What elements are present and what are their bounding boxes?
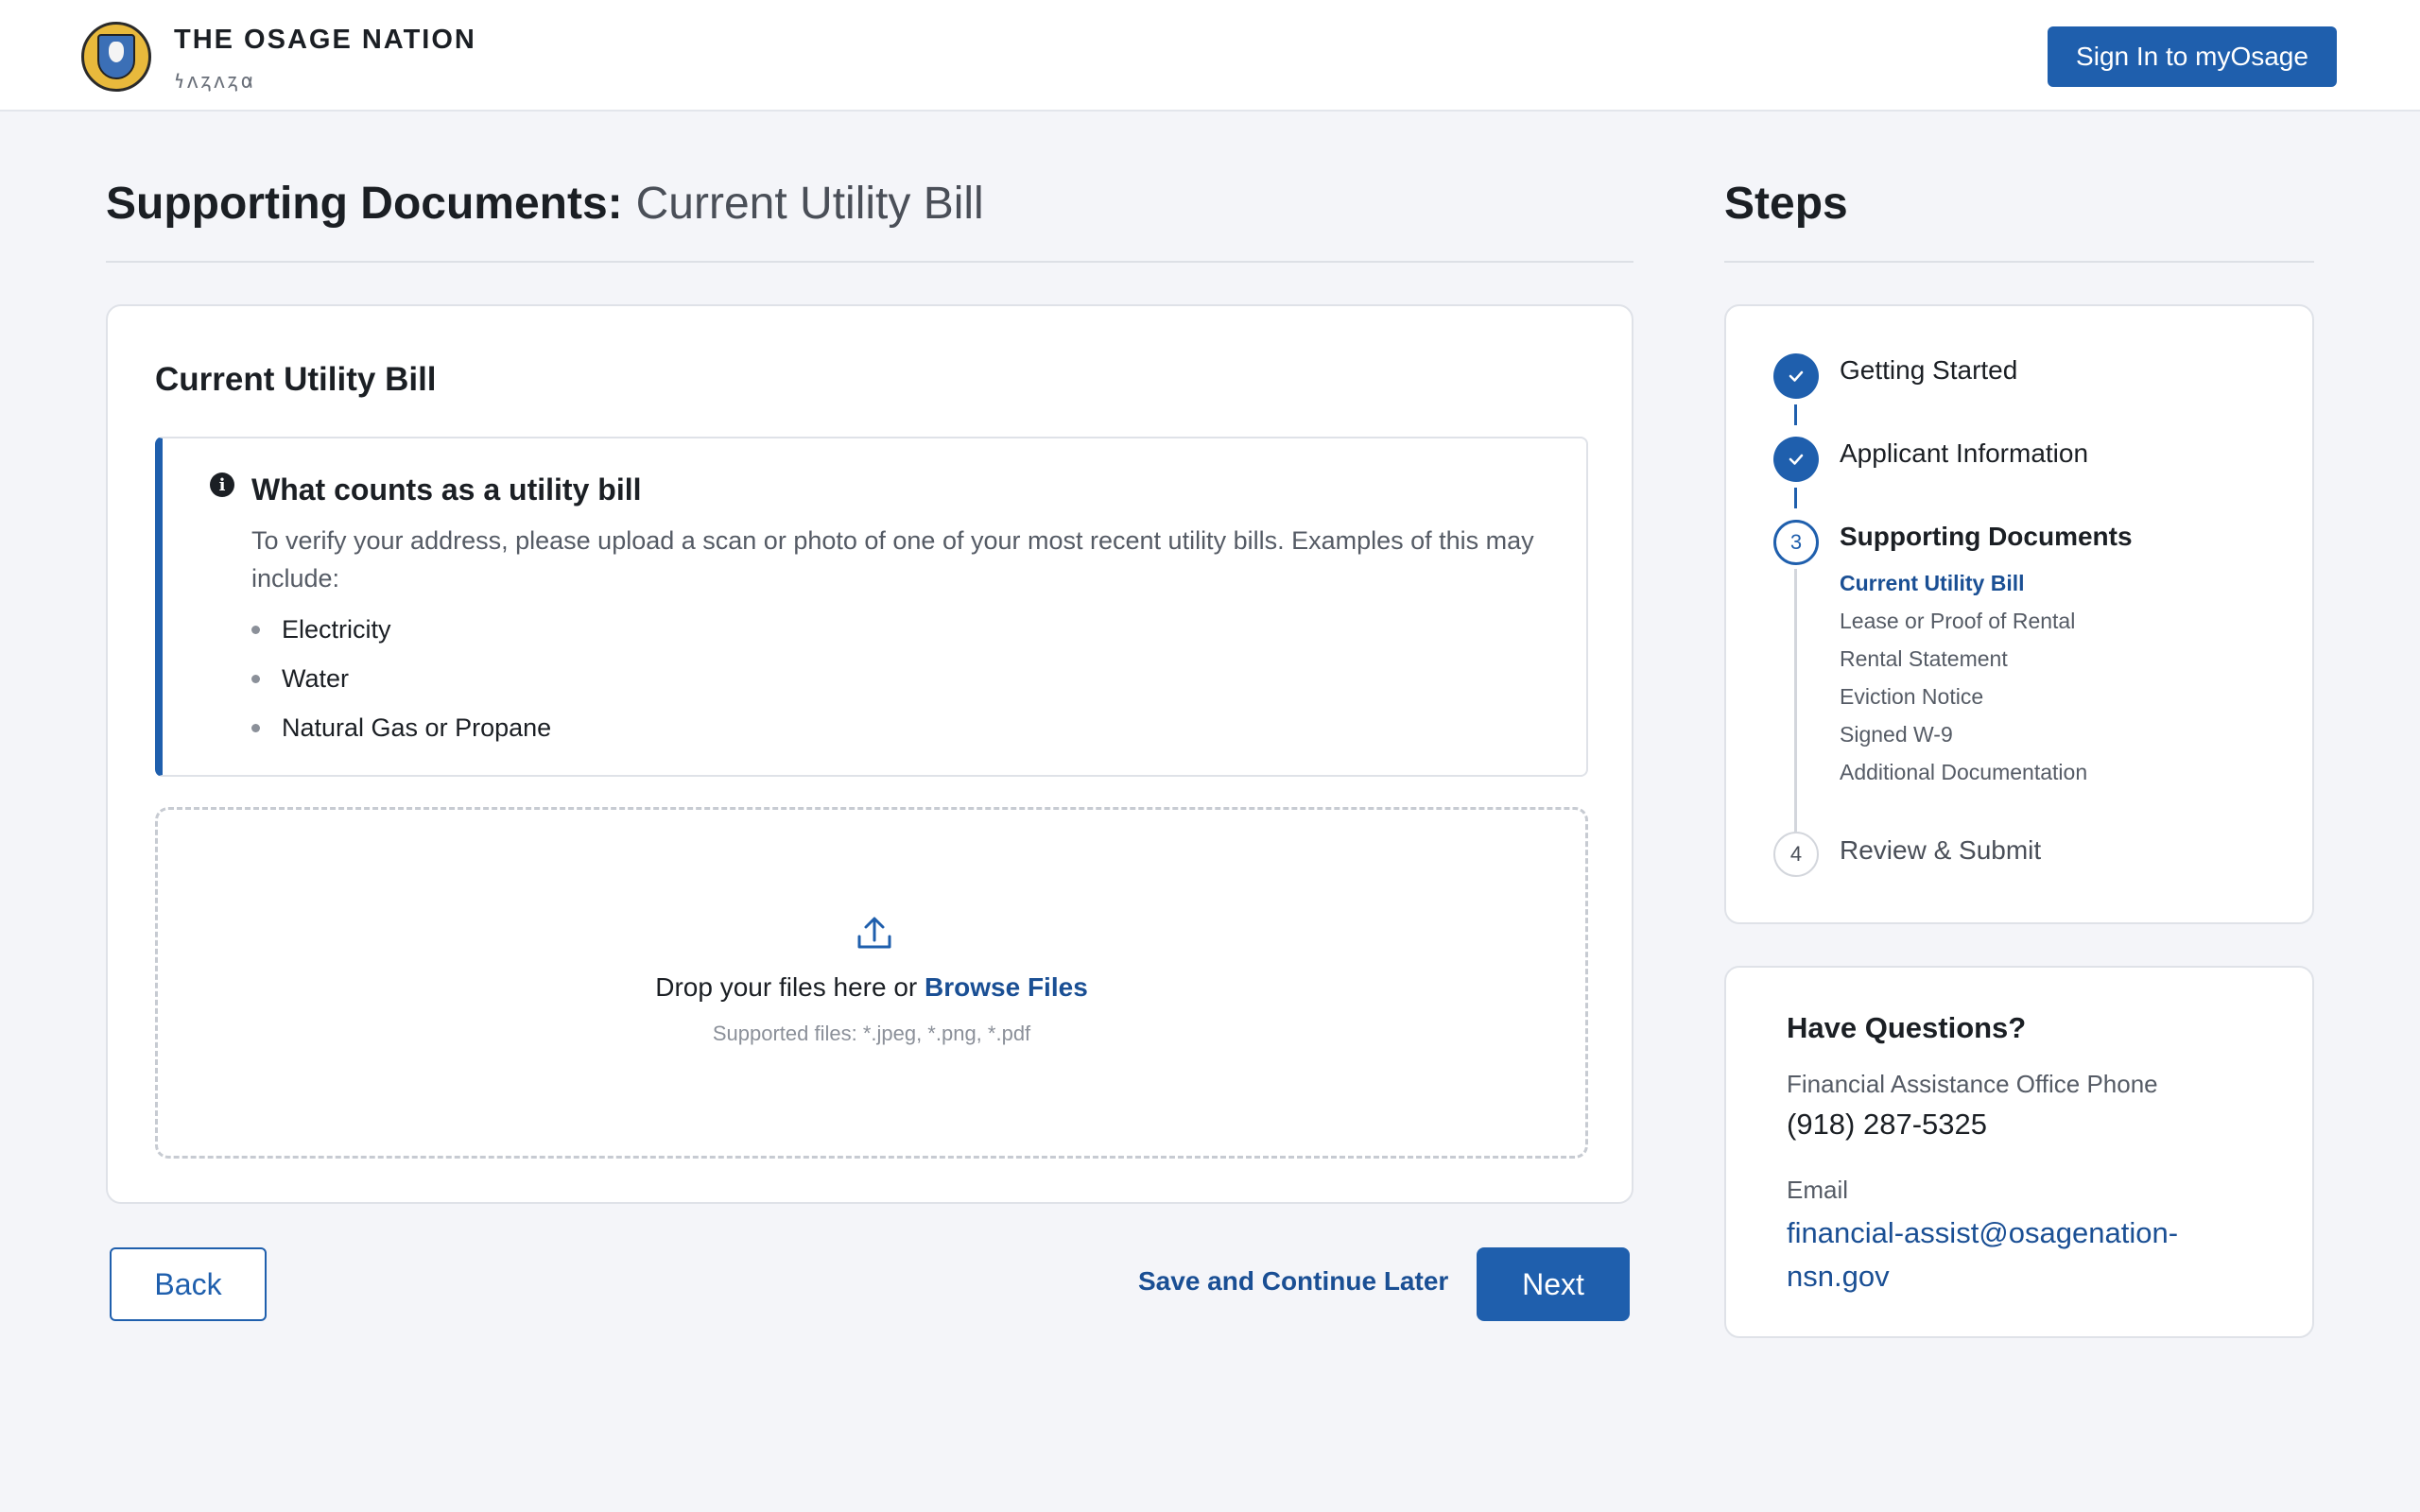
sign-in-button[interactable]: Sign In to myOsage	[2048, 26, 2337, 87]
page-title-document: Current Utility Bill	[635, 179, 984, 229]
osage-nation-seal-logo[interactable]	[81, 22, 151, 92]
info-title: What counts as a utility bill	[251, 472, 642, 507]
top-navigation-bar: THE OSAGE NATION 𐓏𐓘𐓻𐓘𐓻𐓟 Sign In to myOsa…	[0, 0, 2420, 112]
email-label: Email	[1787, 1176, 1849, 1204]
step-2-complete-check-icon	[1773, 437, 1819, 482]
browse-files-link[interactable]: Browse Files	[925, 972, 1088, 1002]
substep-rail	[1794, 569, 1797, 862]
dropzone-text: Drop your files here or Browse Files	[158, 972, 1585, 1003]
steps-divider	[1724, 261, 2314, 263]
brand-title: THE OSAGE NATION	[174, 25, 476, 55]
step-4-upcoming-indicator: 4	[1773, 832, 1819, 877]
list-item: Electricity	[251, 605, 551, 654]
upload-card: Current Utility Bill i What counts as a …	[106, 304, 1634, 1204]
list-item: Natural Gas or Propane	[251, 703, 551, 752]
step-review-and-submit[interactable]: Review & Submit	[1840, 835, 2041, 866]
step-applicant-information[interactable]: Applicant Information	[1840, 438, 2088, 469]
substep-current-utility-bill[interactable]: Current Utility Bill	[1840, 571, 2025, 596]
steps-panel: Getting Started Applicant Information 3 …	[1724, 304, 2314, 924]
substep-signed-w9[interactable]: Signed W-9	[1840, 722, 1953, 747]
check-icon	[1789, 454, 1804, 465]
substep-rental-statement[interactable]: Rental Statement	[1840, 646, 2008, 672]
phone-number: (918) 287-5325	[1787, 1108, 1987, 1141]
seal-emblem	[109, 42, 124, 62]
dropzone-prompt: Drop your files here or	[655, 972, 925, 1002]
next-button[interactable]: Next	[1477, 1247, 1630, 1321]
info-description: To verify your address, please upload a …	[251, 526, 1534, 593]
step-getting-started[interactable]: Getting Started	[1840, 355, 2017, 386]
save-and-continue-later-link[interactable]: Save and Continue Later	[1138, 1266, 1448, 1297]
supported-files-hint: Supported files: *.jpeg, *.png, *.pdf	[712, 1022, 1031, 1045]
file-dropzone[interactable]: Drop your files here or Browse Files Sup…	[155, 807, 1588, 1159]
substep-lease-or-proof-of-rental[interactable]: Lease or Proof of Rental	[1840, 609, 2075, 634]
step-connector	[1794, 488, 1797, 508]
step-3-current-indicator: 3	[1773, 520, 1819, 565]
back-button[interactable]: Back	[110, 1247, 267, 1321]
help-contact-card: Have Questions? Financial Assistance Off…	[1724, 966, 2314, 1338]
check-icon	[1789, 370, 1804, 382]
step-supporting-documents[interactable]: Supporting Documents	[1840, 522, 2133, 552]
list-item: Water	[251, 654, 551, 703]
info-callout: i What counts as a utility bill To verif…	[155, 437, 1588, 777]
phone-label: Financial Assistance Office Phone	[1787, 1070, 2158, 1098]
help-title: Have Questions?	[1787, 1011, 2027, 1044]
step-connector	[1794, 404, 1797, 425]
substep-additional-documentation[interactable]: Additional Documentation	[1840, 760, 2087, 785]
steps-heading: Steps	[1724, 179, 1848, 229]
card-heading: Current Utility Bill	[155, 361, 437, 398]
step-1-complete-check-icon	[1773, 353, 1819, 399]
info-icon: i	[210, 472, 234, 497]
page-title-section: Supporting Documents:	[106, 179, 623, 229]
page-title: Supporting Documents: Current Utility Bil…	[106, 178, 984, 230]
brand-subtitle-osage-script: 𐓏𐓘𐓻𐓘𐓻𐓟	[174, 69, 257, 93]
email-link[interactable]: financial-assist@osagenation-nsn.gov	[1787, 1211, 2259, 1298]
substep-eviction-notice[interactable]: Eviction Notice	[1840, 684, 1983, 710]
utility-examples-list: Electricity Water Natural Gas or Propane	[251, 605, 551, 752]
upload-icon	[857, 917, 891, 949]
title-divider	[106, 261, 1634, 263]
